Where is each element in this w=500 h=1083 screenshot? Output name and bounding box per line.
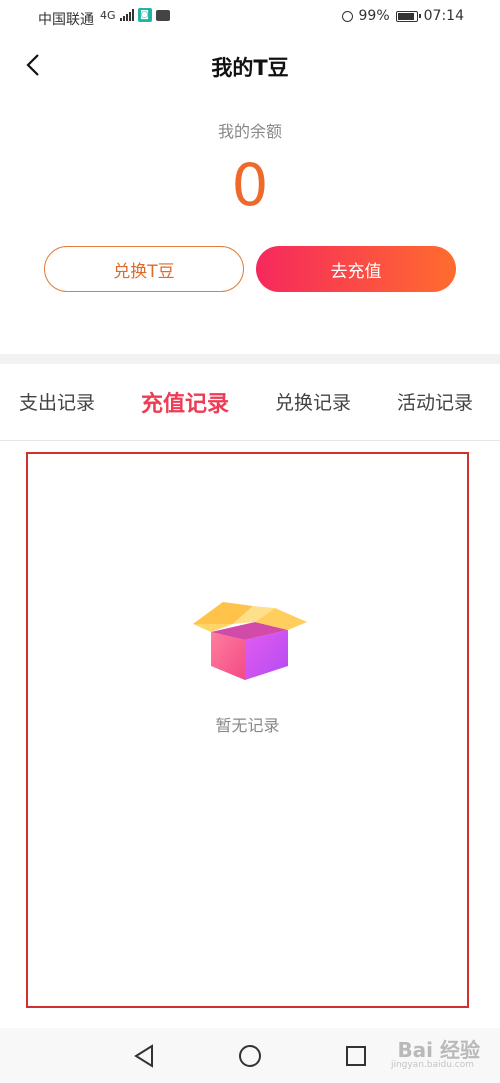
app-notification-icon: ◙ [137, 8, 152, 22]
network-type: 4G [100, 8, 116, 22]
triangle-back-icon [134, 1044, 153, 1068]
empty-state-text: 暂无记录 [215, 716, 280, 735]
recharge-button[interactable]: 去充值 [256, 246, 456, 292]
section-divider [0, 354, 500, 364]
square-recent-icon [346, 1046, 366, 1066]
nav-back-button[interactable] [130, 1042, 158, 1070]
status-icons-left: 4G ◙ [100, 8, 170, 22]
signal-icon [119, 9, 134, 21]
records-content-area: 暂无记录 [26, 452, 469, 1008]
app-header: 我的T豆 [0, 40, 500, 90]
nav-home-button[interactable] [236, 1042, 264, 1070]
tab-exchange-records[interactable]: 兑换记录 [275, 388, 351, 415]
tab-recharge-records[interactable]: 充值记录 [141, 386, 229, 418]
battery-percent: 99% [358, 8, 390, 24]
exchange-tdou-button[interactable]: 兑换T豆 [44, 246, 244, 292]
battery-icon [395, 10, 421, 22]
tab-expense-records[interactable]: 支出记录 [19, 388, 95, 415]
page-title: 我的T豆 [211, 56, 289, 80]
balance-label: 我的余额 [217, 122, 282, 141]
record-tabs: 支出记录 充值记录 兑换记录 活动记录 [0, 364, 500, 441]
open-box-icon [193, 602, 307, 680]
nav-recent-button[interactable] [342, 1042, 370, 1070]
briefcase-icon [155, 9, 170, 21]
battery-fill [397, 12, 415, 20]
alarm-icon [341, 10, 353, 22]
watermark-url: jingyan.baidu.com [390, 1060, 474, 1070]
tab-activity-records[interactable]: 活动记录 [397, 388, 473, 415]
watermark-logo: Bai 经验 [397, 1038, 480, 1062]
circle-home-icon [239, 1045, 261, 1067]
balance-value: 0 [231, 151, 269, 219]
clock: 07:14 [423, 8, 464, 24]
status-bar: 中国联通 4G ◙ 99% 07:14 [0, 0, 500, 36]
system-nav-bar: Bai 经验 jingyan.baidu.com [0, 1028, 500, 1083]
status-icons-right: 99% 07:14 [341, 8, 464, 24]
carrier-name: 中国联通 [38, 12, 94, 28]
